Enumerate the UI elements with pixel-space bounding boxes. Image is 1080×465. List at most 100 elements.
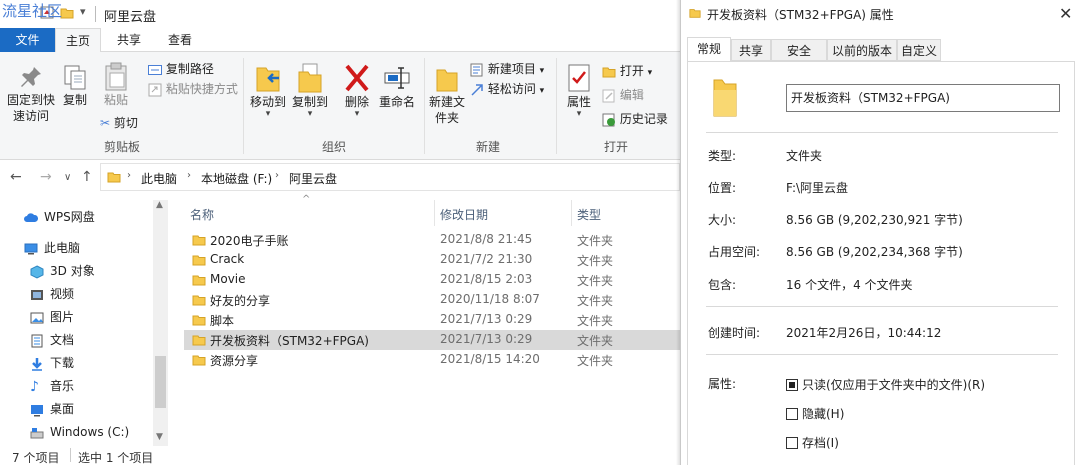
nav-item-3d-objects[interactable]: 3D 对象 xyxy=(30,261,95,281)
music-icon: ♪ xyxy=(30,378,39,395)
breadcrumb-this-pc[interactable]: 此电脑 xyxy=(141,170,177,187)
edit-button[interactable]: 编辑 xyxy=(602,86,644,104)
location-label: 位置: xyxy=(708,181,737,195)
folder-icon xyxy=(192,275,206,286)
nav-item-music[interactable]: ♪ 音乐 xyxy=(30,376,74,396)
new-item-button[interactable]: 新建项目 ▾ xyxy=(470,60,544,78)
column-header-date[interactable]: 修改日期 xyxy=(440,206,488,223)
cut-button[interactable]: ✂ 剪切 xyxy=(100,114,138,132)
easy-access-button[interactable]: 轻松访问 ▾ xyxy=(470,80,544,98)
file-date: 2021/8/8 21:45 xyxy=(440,232,533,246)
file-row[interactable]: 好友的分享 2020/11/18 8:07 文件夹 xyxy=(184,290,680,310)
nav-item-desktop[interactable]: 桌面 xyxy=(30,399,74,419)
close-icon[interactable]: ✕ xyxy=(1059,4,1072,23)
folder-name-field[interactable]: 开发板资料（STM32+FPGA) xyxy=(786,84,1060,112)
sort-ascending-icon: ^ xyxy=(302,194,311,205)
tab-sharing[interactable]: 共享 xyxy=(731,39,771,61)
copy-button[interactable]: 复制 xyxy=(60,64,90,108)
move-to-button[interactable]: 移动到 ▾ xyxy=(248,62,288,119)
open-dropdown-icon: ▾ xyxy=(647,68,653,78)
file-date: 2020/11/18 8:07 xyxy=(440,292,540,306)
column-separator[interactable] xyxy=(571,200,572,226)
recent-dropdown-icon[interactable]: ∨ xyxy=(64,172,71,183)
download-icon xyxy=(32,357,42,371)
properties-icon xyxy=(568,64,590,92)
cube-icon xyxy=(30,264,44,279)
file-row[interactable]: 资源分享 2021/8/15 14:20 文件夹 xyxy=(184,350,680,370)
folder-icon xyxy=(192,315,206,326)
file-row[interactable]: 脚本 2021/7/13 0:29 文件夹 xyxy=(184,310,680,330)
column-header-name[interactable]: 名称 xyxy=(190,206,214,223)
open-button[interactable]: 打开 ▾ xyxy=(602,62,652,80)
tab-previous-versions[interactable]: 以前的版本 xyxy=(827,39,897,61)
cut-label: 剪切 xyxy=(113,116,138,130)
column-separator[interactable] xyxy=(434,200,435,226)
file-row-selected[interactable]: 开发板资料（STM32+FPGA) 2021/7/13 0:29 文件夹 xyxy=(184,330,680,350)
hidden-checkbox[interactable]: 隐藏(H) xyxy=(786,405,844,422)
nav-item-this-pc[interactable]: 此电脑 xyxy=(24,238,80,258)
archive-checkbox[interactable]: 存档(I) xyxy=(786,434,839,451)
paste-button[interactable]: 粘贴 xyxy=(100,62,132,108)
up-arrow-icon[interactable]: ↑ xyxy=(81,169,93,185)
nav-item-label: 图片 xyxy=(50,310,75,324)
tab-view[interactable]: 查看 xyxy=(157,28,203,52)
desktop-icon xyxy=(31,404,43,416)
file-row[interactable]: Movie 2021/8/15 2:03 文件夹 xyxy=(184,270,680,290)
nav-item-drive-c[interactable]: Windows (C:) xyxy=(30,422,129,442)
tab-general[interactable]: 常规 xyxy=(687,37,731,62)
copy-to-button[interactable]: 复制到 ▾ xyxy=(290,62,330,119)
quick-access-dropdown-icon[interactable]: ▾ xyxy=(80,5,86,18)
properties-dialog: 开发板资料（STM32+FPGA) 属性 ✕ 常规 共享 安全 以前的版本 自定… xyxy=(680,0,1080,465)
readonly-checkbox[interactable]: 只读(仅应用于文件夹中的文件)(R) xyxy=(786,376,985,393)
file-type: 文件夹 xyxy=(577,314,614,328)
checkbox-indeterminate-icon xyxy=(786,379,798,391)
new-folder-button[interactable]: 新建文件夹 xyxy=(428,62,466,126)
tab-share[interactable]: 共享 xyxy=(107,28,151,52)
scroll-up-icon[interactable]: ▲ xyxy=(156,200,163,210)
paste-shortcut-button[interactable]: 粘贴快捷方式 xyxy=(148,80,238,98)
scroll-down-icon[interactable]: ▼ xyxy=(156,432,163,442)
paste-shortcut-icon xyxy=(148,83,162,96)
copy-path-button[interactable]: 复制路径 xyxy=(148,60,214,78)
chevron-right-icon: › xyxy=(127,170,131,181)
file-row[interactable]: 2020电子手账 2021/8/8 21:45 文件夹 xyxy=(184,230,680,250)
rename-button[interactable]: 重命名 xyxy=(378,62,416,110)
new-folder-quick-icon[interactable] xyxy=(60,6,74,19)
tab-security[interactable]: 安全 xyxy=(771,39,827,61)
breadcrumb-drive-f[interactable]: 本地磁盘 (F:) xyxy=(201,170,272,187)
nav-item-videos[interactable]: 视频 xyxy=(30,284,74,304)
file-type: 文件夹 xyxy=(577,294,614,308)
move-to-icon xyxy=(256,67,280,92)
file-date: 2021/8/15 2:03 xyxy=(440,272,533,286)
file-row[interactable]: Crack 2021/7/2 21:30 文件夹 xyxy=(184,250,680,270)
back-arrow-icon[interactable]: ← xyxy=(10,169,22,185)
type-label: 类型: xyxy=(708,149,737,163)
properties-button[interactable]: 属性 ▾ xyxy=(562,62,596,119)
copy-to-dropdown-icon: ▾ xyxy=(307,109,313,119)
file-explorer-window: ▾ 阿里云盘 流星社区 文件 主页 共享 查看 固定到快速访问 复制 粘贴 复制… xyxy=(0,0,680,465)
open-group-label: 打开 xyxy=(604,140,629,154)
scrollbar-thumb[interactable] xyxy=(155,356,166,408)
file-date: 2021/7/13 0:29 xyxy=(440,332,533,346)
tab-customize[interactable]: 自定义 xyxy=(897,39,941,61)
new-item-icon xyxy=(470,63,483,76)
tab-file[interactable]: 文件 xyxy=(0,28,55,52)
easy-access-label: 轻松访问 xyxy=(487,82,536,96)
forward-arrow-icon[interactable]: → xyxy=(40,169,52,185)
nav-item-pictures[interactable]: 图片 xyxy=(30,307,74,327)
pin-quick-access-button[interactable]: 固定到快速访问 xyxy=(4,64,58,124)
delete-button[interactable]: 删除 ▾ xyxy=(340,62,374,119)
selected-count: 选中 1 个项目 xyxy=(78,451,154,465)
address-bar[interactable]: › 此电脑 › 本地磁盘 (F:) › 阿里云盘 xyxy=(100,163,680,191)
column-header-type[interactable]: 类型 xyxy=(577,206,601,223)
nav-item-label: 音乐 xyxy=(50,379,75,393)
nav-item-wps-cloud[interactable]: WPS网盘 xyxy=(24,207,95,227)
nav-item-downloads[interactable]: 下载 xyxy=(30,353,74,373)
nav-item-documents[interactable]: 文档 xyxy=(30,330,74,350)
breadcrumb-aliyun[interactable]: 阿里云盘 xyxy=(289,170,337,187)
divider xyxy=(706,306,1058,307)
navigation-scrollbar[interactable]: ▲ ▼ xyxy=(153,200,168,446)
history-button[interactable]: 历史记录 xyxy=(602,110,668,128)
tab-home[interactable]: 主页 xyxy=(55,28,101,53)
navigation-pane: WPS网盘 此电脑 3D 对象 视频 图片 文档 下载 ♪ 音乐 桌面 Windo… xyxy=(0,196,170,446)
